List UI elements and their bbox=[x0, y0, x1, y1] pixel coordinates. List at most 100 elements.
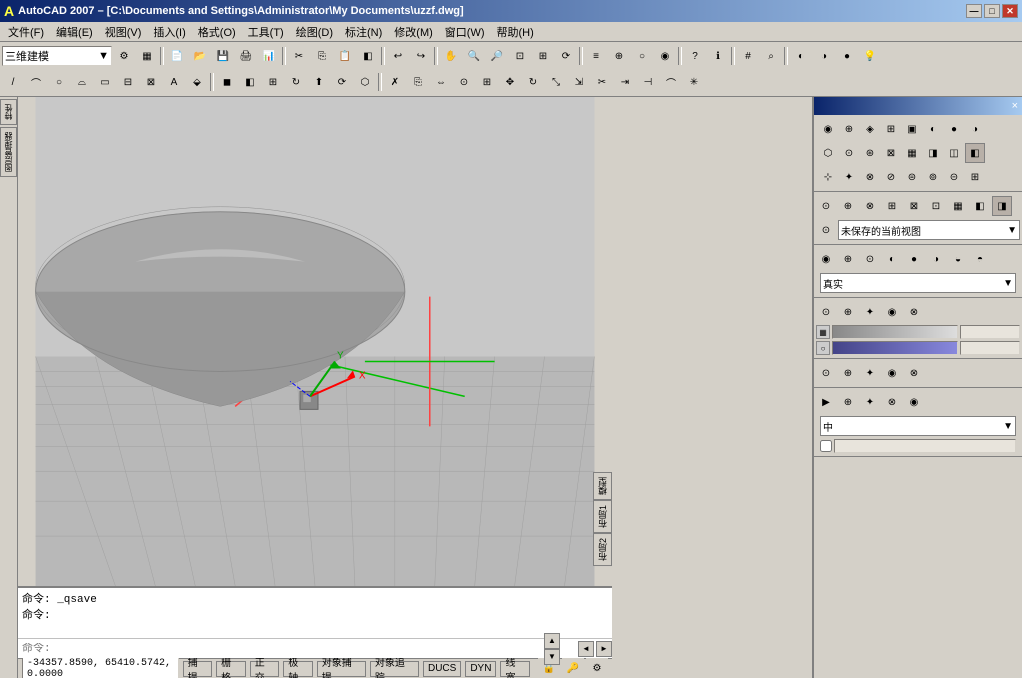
menu-insert[interactable]: 插入(I) bbox=[147, 22, 191, 42]
tb-zoom[interactable]: 🔍 bbox=[463, 45, 485, 67]
tab-model[interactable]: 模型 bbox=[593, 472, 612, 500]
rp-icon-22[interactable]: ⊚ bbox=[923, 167, 943, 187]
scroll-up-btn[interactable]: ▲ bbox=[544, 633, 560, 649]
tb-search[interactable]: ⌕ bbox=[760, 45, 782, 67]
right-panel-close[interactable]: × bbox=[1012, 100, 1018, 112]
tb-rect[interactable]: ▭ bbox=[94, 71, 116, 93]
tb-mesh[interactable]: ⊞ bbox=[262, 71, 284, 93]
status-polar[interactable]: 极轴 bbox=[283, 661, 313, 677]
tab-layout1[interactable]: 布局1 bbox=[593, 500, 612, 533]
tb-cut[interactable]: ✂ bbox=[288, 45, 310, 67]
rp-icon-23[interactable]: ⊝ bbox=[944, 167, 964, 187]
menu-file[interactable]: 文件(F) bbox=[2, 22, 50, 42]
rp-icon-17[interactable]: ⊹ bbox=[818, 167, 838, 187]
tb-zoom-prev[interactable]: 🔎 bbox=[486, 45, 508, 67]
viewport-area[interactable]: X Y 模型 布局1 布局2 bbox=[18, 97, 612, 586]
tb-break[interactable]: ⊣ bbox=[637, 71, 659, 93]
view-dropdown-icon[interactable]: ⊙ bbox=[816, 220, 836, 240]
tb-customize-icon[interactable]: ⚙ bbox=[113, 45, 135, 67]
view-icon-6[interactable]: ⊡ bbox=[926, 196, 946, 216]
lights-icon-5[interactable]: ⊗ bbox=[904, 302, 924, 322]
vs-icon-8[interactable]: ◓ bbox=[970, 249, 990, 269]
tb-scale[interactable]: ⤡ bbox=[545, 71, 567, 93]
text-input-1[interactable] bbox=[834, 439, 1016, 453]
view-icon-8[interactable]: ◧ bbox=[970, 196, 990, 216]
vs-icon-5[interactable]: ● bbox=[904, 249, 924, 269]
tb-line[interactable]: / bbox=[2, 71, 24, 93]
menu-help[interactable]: 帮助(H) bbox=[491, 22, 540, 42]
checkbox-1[interactable] bbox=[820, 440, 832, 452]
tb-layer3[interactable]: ○ bbox=[631, 45, 653, 67]
tb-rotate[interactable]: ↻ bbox=[522, 71, 544, 93]
view-icon-5[interactable]: ⊠ bbox=[904, 196, 924, 216]
tb-dashboard-icon[interactable]: ▦ bbox=[136, 45, 158, 67]
next-btn[interactable]: ► bbox=[596, 641, 612, 657]
key-icon[interactable]: 🔑 bbox=[562, 658, 584, 678]
lights-icon-1[interactable]: ⊙ bbox=[816, 302, 836, 322]
tb-layer[interactable]: ≡ bbox=[585, 45, 607, 67]
side-panel-layers[interactable]: 图层管理器 bbox=[0, 127, 17, 177]
anim-icon-1[interactable]: ▶ bbox=[816, 392, 836, 412]
menu-tools[interactable]: 工具(T) bbox=[242, 22, 290, 42]
rp-icon-21[interactable]: ⊜ bbox=[902, 167, 922, 187]
vs-icon-4[interactable]: ◐ bbox=[882, 249, 902, 269]
menu-window[interactable]: 窗口(W) bbox=[439, 22, 491, 42]
rp-icon-9[interactable]: ⬡ bbox=[818, 143, 838, 163]
menu-modify[interactable]: 修改(M) bbox=[388, 22, 439, 42]
scale-select[interactable]: 中 ▼ bbox=[820, 416, 1016, 436]
tb-redo[interactable]: ↪ bbox=[410, 45, 432, 67]
view-icon-4[interactable]: ⊞ bbox=[882, 196, 902, 216]
status-ducs[interactable]: DUCS bbox=[423, 661, 461, 677]
tb-revolve[interactable]: ↻ bbox=[285, 71, 307, 93]
tb-extend[interactable]: ⇥ bbox=[614, 71, 636, 93]
side-panel-properties[interactable]: 特性 bbox=[0, 99, 17, 125]
rp-icon-15[interactable]: ◫ bbox=[944, 143, 964, 163]
tb-plot[interactable]: 📊 bbox=[258, 45, 280, 67]
tb-save[interactable]: 💾 bbox=[212, 45, 234, 67]
rp-icon-3[interactable]: ◈ bbox=[860, 119, 880, 139]
settings-icon[interactable]: ⚙ bbox=[586, 658, 608, 678]
tb-paste[interactable]: 📋 bbox=[334, 45, 356, 67]
minimize-button[interactable]: — bbox=[966, 4, 982, 18]
menu-edit[interactable]: 编辑(E) bbox=[50, 22, 99, 42]
rp-icon-14[interactable]: ◨ bbox=[923, 143, 943, 163]
menu-dimension[interactable]: 标注(N) bbox=[339, 22, 388, 42]
tb-array[interactable]: ⊞ bbox=[476, 71, 498, 93]
rp-icon-19[interactable]: ⊗ bbox=[860, 167, 880, 187]
tb-info[interactable]: ℹ bbox=[707, 45, 729, 67]
rp-icon-12[interactable]: ⊠ bbox=[881, 143, 901, 163]
tb-open[interactable]: 📂 bbox=[189, 45, 211, 67]
tb-erase[interactable]: ✗ bbox=[384, 71, 406, 93]
menu-format[interactable]: 格式(O) bbox=[192, 22, 242, 42]
status-grid[interactable]: 栅格 bbox=[216, 661, 246, 677]
tb-sweep[interactable]: ⟳ bbox=[331, 71, 353, 93]
workspace-dropdown[interactable]: 三维建模 ▼ bbox=[2, 46, 112, 66]
view-select[interactable]: 未保存的当前视图 ▼ bbox=[838, 220, 1020, 240]
tb-surface[interactable]: ◧ bbox=[239, 71, 261, 93]
tab-layout2[interactable]: 布局2 bbox=[593, 533, 612, 566]
mat-icon-2[interactable]: ⊕ bbox=[838, 363, 858, 383]
tb-loft[interactable]: ⬡ bbox=[354, 71, 376, 93]
menu-view[interactable]: 视图(V) bbox=[99, 22, 148, 42]
tb-fillet[interactable]: ⌒ bbox=[660, 71, 682, 93]
rp-icon-10[interactable]: ⊙ bbox=[839, 143, 859, 163]
status-dyn[interactable]: DYN bbox=[465, 661, 496, 677]
tb-lights[interactable]: 💡 bbox=[859, 45, 881, 67]
tb-3dsolid[interactable]: ◼ bbox=[216, 71, 238, 93]
lights-icon-2[interactable]: ⊕ bbox=[838, 302, 858, 322]
tb-zoom-real[interactable]: ⊡ bbox=[509, 45, 531, 67]
vs-icon-7[interactable]: ◒ bbox=[948, 249, 968, 269]
mat-icon-4[interactable]: ◉ bbox=[882, 363, 902, 383]
prev-btn[interactable]: ◄ bbox=[578, 641, 594, 657]
color-input-1[interactable] bbox=[960, 325, 1020, 339]
status-lw[interactable]: 线宽 bbox=[500, 661, 530, 677]
vs-icon-6[interactable]: ◑ bbox=[926, 249, 946, 269]
anim-icon-4[interactable]: ⊗ bbox=[882, 392, 902, 412]
mat-icon-5[interactable]: ⊗ bbox=[904, 363, 924, 383]
tb-layer2[interactable]: ⊕ bbox=[608, 45, 630, 67]
tb-polyline[interactable]: ⌒ bbox=[25, 71, 47, 93]
close-button[interactable]: ✕ bbox=[1002, 4, 1018, 18]
vs-icon-2[interactable]: ⊕ bbox=[838, 249, 858, 269]
tb-calc[interactable]: # bbox=[737, 45, 759, 67]
rp-icon-4[interactable]: ⊞ bbox=[881, 119, 901, 139]
